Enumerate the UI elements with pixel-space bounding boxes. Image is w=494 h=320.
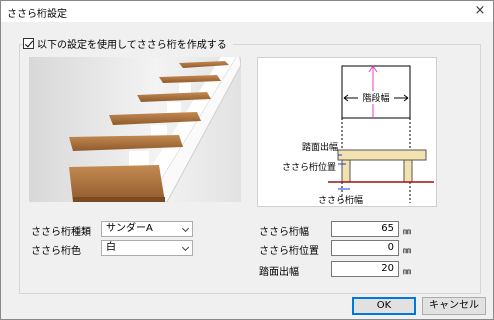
stringer-position-unit: ㎜ xyxy=(403,246,411,255)
stringer-type-label: ささら桁種類 xyxy=(31,227,91,238)
stair-preview-image xyxy=(29,57,241,202)
cancel-button[interactable]: キャンセル xyxy=(422,297,486,315)
tread-overhang-unit: ㎜ xyxy=(403,267,411,276)
stringer-color-select[interactable]: 白 xyxy=(101,240,193,256)
stringer-diagram: 階段幅 踏面出幅 ささら桁位置 ささら桁幅 xyxy=(257,57,437,207)
stair-width-label: 階段幅 xyxy=(362,92,389,103)
stringer-position-label: ささら桁位置 xyxy=(282,161,336,172)
tread-overhang-label: 踏面出幅 xyxy=(302,141,338,152)
stringer-width-field-label: ささら桁幅 xyxy=(259,227,309,238)
stringer-type-value: サンダーA xyxy=(106,223,153,234)
title-bar: ささら桁設定 × xyxy=(1,1,493,22)
stringer-width-input[interactable]: 65 xyxy=(331,221,399,237)
close-icon[interactable]: × xyxy=(467,1,493,22)
stringer-width-label: ささら桁幅 xyxy=(318,194,363,205)
chevron-down-icon xyxy=(181,224,190,233)
dialog-window: ささら桁設定 × 以下の設定を使用してささら桁を作成する 階段幅 踏面出幅 ささ… xyxy=(0,0,494,320)
stringer-position-field-label: ささら桁位置 xyxy=(259,246,319,257)
tread-overhang-field-label: 踏面出幅 xyxy=(259,267,299,278)
tread-overhang-input[interactable]: 20 xyxy=(331,261,399,277)
window-title: ささら桁設定 xyxy=(7,9,67,20)
use-settings-label: 以下の設定を使用してささら桁を作成する xyxy=(37,40,227,51)
stringer-type-select[interactable]: サンダーA xyxy=(101,221,193,237)
stringer-position-input[interactable]: 0 xyxy=(331,240,399,256)
stringer-width-unit: ㎜ xyxy=(403,227,411,236)
ok-button[interactable]: OK xyxy=(352,297,416,315)
use-settings-checkbox[interactable] xyxy=(23,38,34,49)
stringer-color-value: 白 xyxy=(106,242,116,253)
stringer-color-label: ささら桁色 xyxy=(31,246,81,257)
chevron-down-icon xyxy=(181,243,190,252)
use-settings-checkbox-row[interactable]: 以下の設定を使用してささら桁を作成する xyxy=(23,36,233,51)
